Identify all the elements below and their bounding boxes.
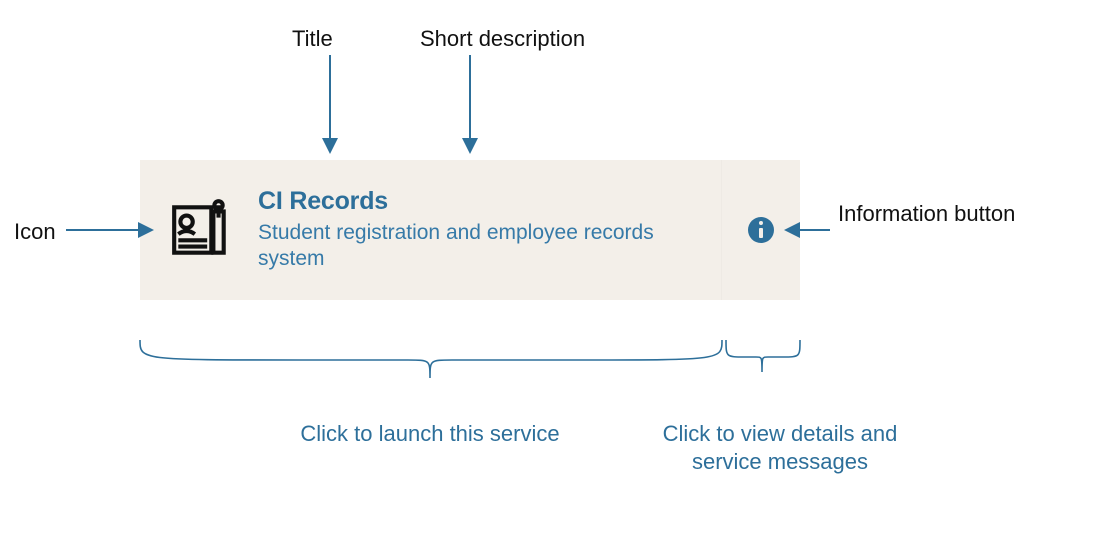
service-card: CI Records Student registration and empl… — [140, 160, 800, 300]
annotation-short-description: Short description — [420, 25, 585, 53]
info-button[interactable] — [721, 160, 800, 300]
service-card-text: CI Records Student registration and empl… — [258, 188, 699, 272]
service-card-launch-area[interactable]: CI Records Student registration and empl… — [140, 160, 721, 300]
caption-launch: Click to launch this service — [290, 420, 570, 448]
info-icon — [748, 217, 774, 243]
service-description: Student registration and employee record… — [258, 220, 699, 273]
annotation-icon-label: Icon — [14, 218, 56, 246]
annotation-title: Title — [292, 25, 333, 53]
annotation-info-button-label: Information button — [838, 200, 1068, 228]
service-title: CI Records — [258, 188, 699, 216]
caption-details: Click to view details and service messag… — [640, 420, 920, 475]
records-icon — [166, 195, 236, 265]
